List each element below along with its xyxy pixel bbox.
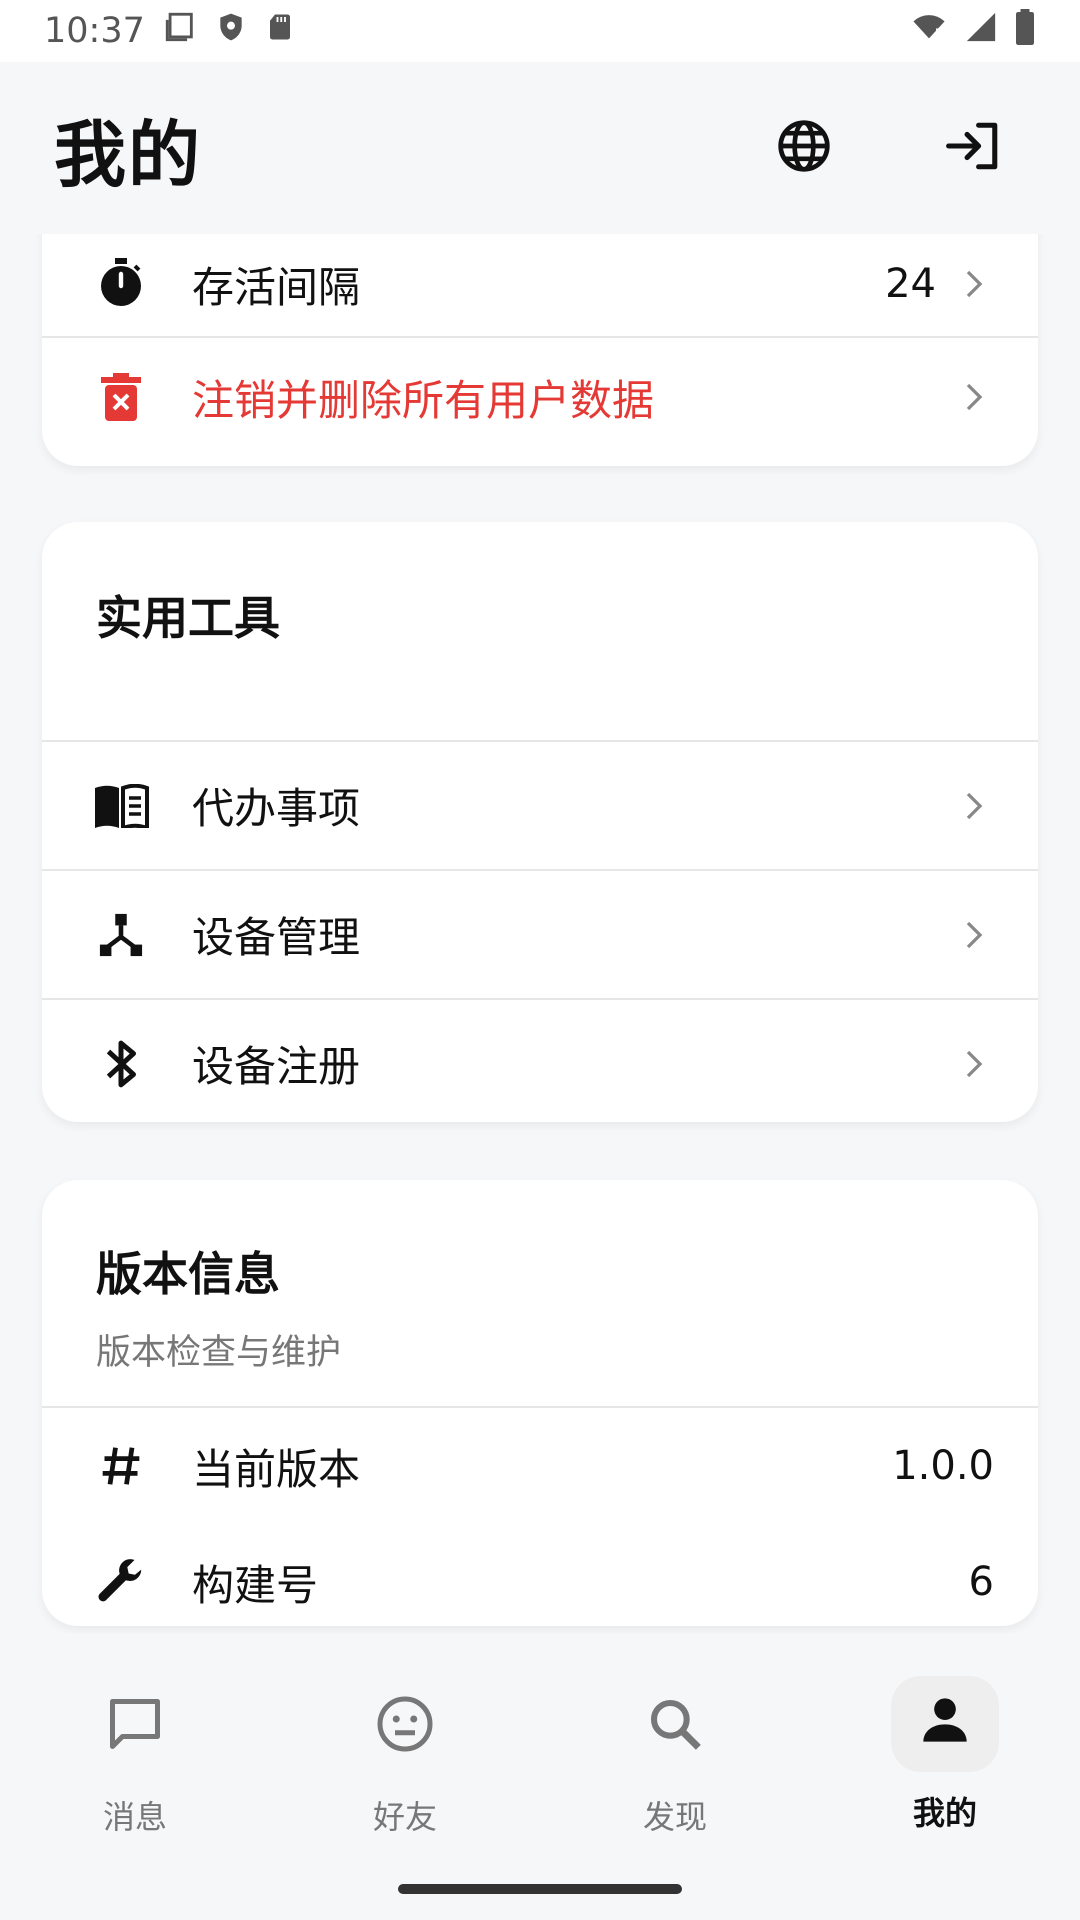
nav-messages[interactable]: 消息 <box>0 1654 270 1920</box>
build-number-row: 构建号 6 <box>42 1524 1038 1626</box>
screenshot-icon <box>163 10 197 53</box>
app-bar: 我的 <box>0 62 1080 234</box>
content-scroll[interactable]: 存活间隔 24 注销并删除所有用户数据 实用工具 代办事项 设备管理 设备注册 … <box>0 234 1080 1634</box>
chevron-right-icon <box>954 1049 994 1079</box>
nav-label: 我的 <box>912 1794 977 1832</box>
row-value: 6 <box>968 1559 994 1605</box>
home-indicator[interactable] <box>398 1884 682 1894</box>
row-label: 存活间隔 <box>192 262 361 312</box>
chevron-right-icon <box>954 269 994 299</box>
row-label: 设备注册 <box>192 1042 361 1091</box>
bottom-navigation: 消息 好友 发现 我的 <box>0 1634 1080 1920</box>
device-registration-row[interactable]: 设备注册 <box>42 1000 1038 1122</box>
shield-icon <box>215 10 247 53</box>
row-label: 当前版本 <box>192 1444 361 1494</box>
status-time: 10:37 <box>44 11 145 51</box>
chevron-right-icon <box>954 791 994 821</box>
search-icon <box>647 1696 703 1760</box>
device-management-row[interactable]: 设备管理 <box>42 871 1038 998</box>
language-button[interactable] <box>774 118 834 178</box>
wrench-icon <box>90 1551 152 1613</box>
account-card: 存活间隔 24 注销并删除所有用户数据 <box>42 234 1038 466</box>
login-button[interactable] <box>944 118 1004 178</box>
row-value: 24 <box>885 261 936 307</box>
battery-icon <box>1014 8 1036 54</box>
chat-icon <box>105 1694 165 1762</box>
device-hub-icon <box>90 904 152 966</box>
page-title: 我的 <box>54 112 203 197</box>
nav-label: 好友 <box>372 1798 437 1836</box>
row-label: 代办事项 <box>192 784 361 833</box>
globe-icon <box>776 118 832 178</box>
wifi-icon <box>910 10 948 53</box>
book-icon <box>90 775 152 837</box>
person-icon <box>919 1694 971 1754</box>
card-title: 实用工具 <box>96 591 280 645</box>
status-bar: 10:37 <box>0 0 1080 62</box>
card-title: 版本信息 <box>96 1247 280 1301</box>
row-label: 注销并删除所有用户数据 <box>192 375 655 425</box>
hash-icon <box>90 1435 152 1497</box>
nav-label: 消息 <box>102 1798 167 1836</box>
chevron-right-icon <box>954 920 994 950</box>
signal-icon <box>964 10 998 53</box>
keepalive-interval-row[interactable]: 存活间隔 24 <box>42 234 1038 336</box>
todo-row[interactable]: 代办事项 <box>42 742 1038 869</box>
nav-discover[interactable]: 发现 <box>540 1654 810 1920</box>
delete-account-row[interactable]: 注销并删除所有用户数据 <box>42 338 1038 456</box>
row-label: 设备管理 <box>192 913 361 962</box>
login-icon <box>944 118 1004 178</box>
row-label: 构建号 <box>192 1560 319 1610</box>
screen: 10:37 我的 存活间隔 24 注销并删除所有用户数据 实用工具 代办事项 设… <box>0 0 1080 1920</box>
tools-card: 实用工具 代办事项 设备管理 设备注册 <box>42 522 1038 1122</box>
sd-card-icon <box>265 10 295 53</box>
row-value: 1.0.0 <box>892 1443 994 1489</box>
timer-icon <box>90 253 152 315</box>
smiley-icon <box>375 1694 435 1762</box>
chevron-right-icon <box>954 382 994 412</box>
nav-friends[interactable]: 好友 <box>270 1654 540 1920</box>
nav-profile[interactable]: 我的 <box>810 1654 1080 1920</box>
bluetooth-icon <box>90 1033 152 1095</box>
nav-label: 发现 <box>642 1798 707 1836</box>
delete-icon <box>90 366 152 428</box>
card-subtitle: 版本检查与维护 <box>96 1333 342 1373</box>
current-version-row: 当前版本 1.0.0 <box>42 1408 1038 1524</box>
version-card: 版本信息 版本检查与维护 当前版本 1.0.0 构建号 6 <box>42 1180 1038 1626</box>
